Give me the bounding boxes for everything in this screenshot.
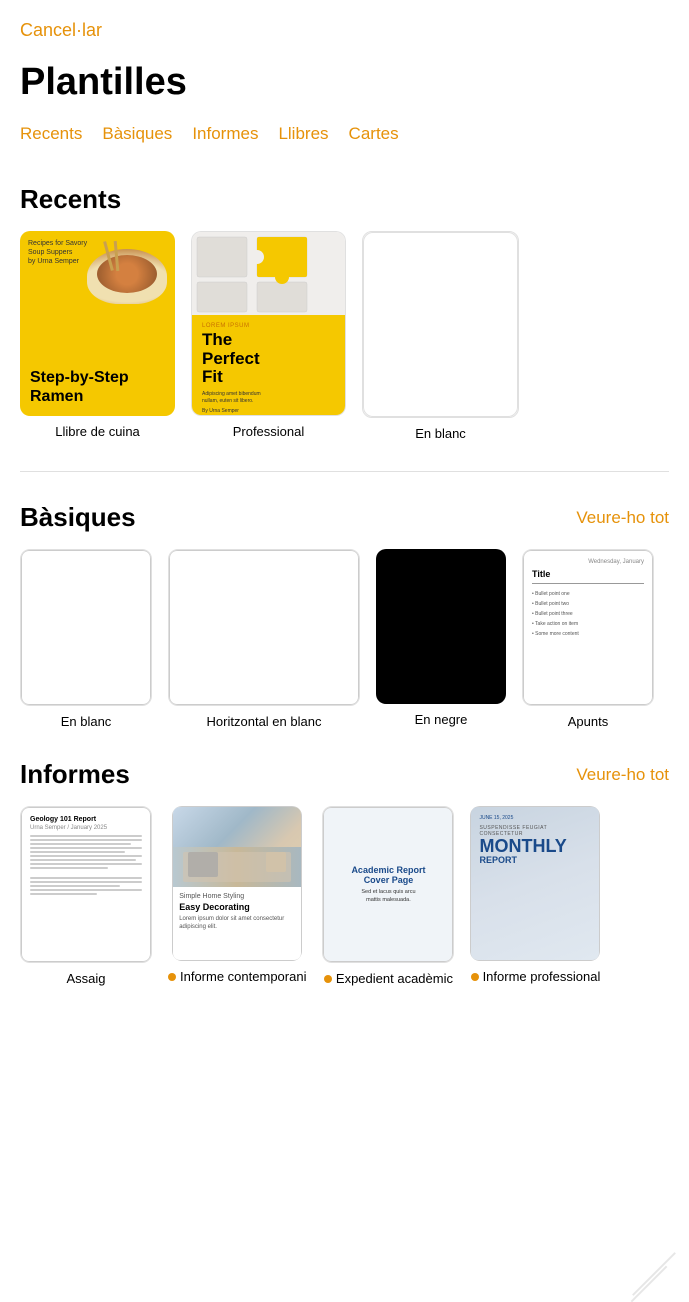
template-label-monthly: Informe professional <box>471 969 601 984</box>
template-item-blank-h[interactable]: Horitzontal en blanc <box>168 549 360 729</box>
basics-section: Bàsiques Veure-ho tot En blanc Horitzont… <box>0 482 689 749</box>
note-line-5: • Some more content <box>532 631 644 637</box>
template-item-blank-recent[interactable]: En blanc <box>362 231 519 441</box>
academic-body-text: Sed et lacus quis arcumattis malesuada. <box>361 889 415 904</box>
note-line-1: • Bullet point one <box>532 591 644 597</box>
template-item-monthly[interactable]: JUNE 15, 2025 SUSPENDISSE FEUGIATCONSECT… <box>470 806 600 986</box>
template-item-academic[interactable]: Academic ReportCover Page Sed et lacus q… <box>322 806 454 986</box>
basics-see-all[interactable]: Veure-ho tot <box>576 508 669 528</box>
essay-subtitle: Urna Semper / January 2025 <box>30 825 142 831</box>
recents-title: Recents <box>20 184 121 215</box>
notes-date: Wednesday, January <box>532 559 644 565</box>
dot-monthly <box>471 973 479 981</box>
contemporary-image <box>173 807 301 887</box>
reports-title: Informes <box>20 759 130 790</box>
ramen-top-text: Recipes for SavorySoup Suppersby Urna Se… <box>28 239 87 266</box>
template-item-contemporary[interactable]: Simple Home Styling Easy Decorating Lore… <box>168 806 306 986</box>
monthly-main: MONTHLY <box>479 837 591 855</box>
academic-title-text: Academic ReportCover Page <box>351 865 425 885</box>
divider-1 <box>20 471 669 472</box>
monthly-date: JUNE 15, 2025 <box>479 815 591 821</box>
dot-academic <box>324 975 332 983</box>
basics-row: En blanc Horitzontal en blanc En negre W… <box>20 549 669 749</box>
contemporary-text: Simple Home Styling Easy Decorating Lore… <box>173 887 301 960</box>
template-label-academic: Expedient acadèmic <box>324 971 453 986</box>
note-line-3: • Bullet point three <box>532 611 644 617</box>
page-title: Plantilles <box>0 51 689 124</box>
template-item-ramen[interactable]: Recipes for SavorySoup Suppersby Urna Se… <box>20 231 175 441</box>
recents-section: Recents Recipes for SavorySoup Suppersby… <box>0 164 689 461</box>
cancel-button[interactable]: Cancel·lar <box>0 0 689 51</box>
template-label-contemporary: Informe contemporani <box>168 969 306 984</box>
template-item-blank-basic[interactable]: En blanc <box>20 549 152 729</box>
notes-lines: • Bullet point one • Bullet point two • … <box>532 591 644 637</box>
template-item-perfectfit[interactable]: LOREM IPSUM ThePerfectFit Adipiscing ame… <box>191 231 346 441</box>
tab-cards[interactable]: Cartes <box>349 124 399 144</box>
template-label-blank-h: Horitzontal en blanc <box>207 714 322 729</box>
reports-see-all[interactable]: Veure-ho tot <box>576 765 669 785</box>
template-label-ramen: Llibre de cuina <box>55 424 140 439</box>
tab-books[interactable]: Llibres <box>278 124 328 144</box>
note-line-2: • Bullet point two <box>532 601 644 607</box>
basics-title: Bàsiques <box>20 502 136 533</box>
template-label-blank-recent: En blanc <box>415 426 466 441</box>
template-label-black: En negre <box>415 712 468 727</box>
reports-section: Informes Veure-ho tot Geology 101 Report… <box>0 749 689 1006</box>
template-item-notes[interactable]: Wednesday, January Title • Bullet point … <box>522 549 654 729</box>
notes-divider <box>532 583 644 584</box>
template-item-essay[interactable]: Geology 101 Report Urna Semper / January… <box>20 806 152 986</box>
nav-tabs: Recents Bàsiques Informes Llibres Cartes <box>0 124 689 164</box>
essay-body <box>30 835 142 895</box>
template-label-notes: Apunts <box>568 714 608 729</box>
essay-title: Geology 101 Report <box>30 816 142 823</box>
reports-row: Geology 101 Report Urna Semper / January… <box>20 806 669 1006</box>
monthly-sub: REPORT <box>479 855 591 865</box>
tab-reports[interactable]: Informes <box>192 124 258 144</box>
note-line-4: • Take action on item <box>532 621 644 627</box>
template-item-black[interactable]: En negre <box>376 549 506 729</box>
template-label-perfectfit: Professional <box>233 424 305 439</box>
template-label-blank-basic: En blanc <box>61 714 112 729</box>
dot-contemporary <box>168 973 176 981</box>
tab-recents[interactable]: Recents <box>20 124 82 144</box>
tab-basics[interactable]: Bàsiques <box>102 124 172 144</box>
template-label-essay: Assaig <box>66 971 105 986</box>
notes-title-text: Title <box>532 569 644 579</box>
recents-row: Recipes for SavorySoup Suppersby Urna Se… <box>20 231 669 461</box>
